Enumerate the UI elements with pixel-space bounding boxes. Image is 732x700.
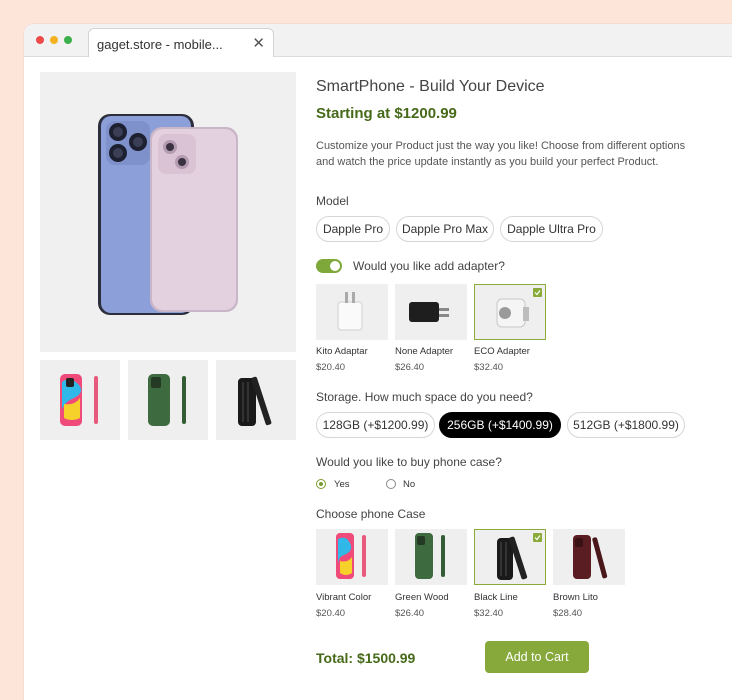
close-window-dot[interactable] <box>36 36 44 44</box>
case-option-vibrant[interactable] <box>316 529 388 585</box>
model-option-dapple-pro[interactable]: Dapple Pro <box>316 216 390 242</box>
case-price: $28.40 <box>553 608 583 619</box>
thumbnail-green-case[interactable] <box>128 360 208 440</box>
case-price: $20.40 <box>316 608 346 619</box>
storage-option-256gb[interactable]: 256GB (+$1400.99) <box>439 412 561 438</box>
main-product-image <box>40 72 296 352</box>
adapter-price: $26.40 <box>395 362 425 373</box>
adapter-option-eco[interactable] <box>474 284 546 340</box>
add-to-cart-button[interactable]: Add to Cart <box>485 641 589 673</box>
storage-option-512gb[interactable]: 512GB (+$1800.99) <box>567 412 685 438</box>
browser-tab[interactable]: gaget.store - mobile... ✕ <box>88 28 274 57</box>
model-option-dapple-pro-max[interactable]: Dapple Pro Max <box>396 216 494 242</box>
case-yes-radio[interactable] <box>316 479 326 489</box>
storage-option-128gb[interactable]: 128GB (+$1200.99) <box>316 412 435 438</box>
case-option-green-wood[interactable] <box>395 529 467 585</box>
adapter-price: $20.40 <box>316 362 346 373</box>
selected-check-icon <box>533 288 542 297</box>
starting-price: Starting at $1200.99 <box>316 105 457 122</box>
case-no-label: No <box>403 479 416 490</box>
case-price: $32.40 <box>474 608 504 619</box>
close-icon[interactable]: ✕ <box>252 34 265 52</box>
adapter-name: Kito Adaptar <box>316 346 368 357</box>
product-title: SmartPhone - Build Your Device <box>316 78 545 95</box>
case-name: Vibrant Color <box>316 592 372 603</box>
case-label: Choose phone Case <box>316 507 426 521</box>
tab-title: gaget.store - mobile... <box>97 37 223 52</box>
adapter-toggle[interactable] <box>316 259 342 273</box>
case-question-label: Would you like to buy phone case? <box>316 455 502 469</box>
maximize-window-dot[interactable] <box>64 36 72 44</box>
thumbnail-black-case[interactable] <box>216 360 296 440</box>
case-name: Green Wood <box>395 592 449 603</box>
storage-label: Storage. How much space do you need? <box>316 390 533 404</box>
total-price: Total: $1500.99 <box>316 650 416 666</box>
adapter-option-none[interactable] <box>395 284 467 340</box>
case-name: Brown Lito <box>553 592 598 603</box>
minimize-window-dot[interactable] <box>50 36 58 44</box>
adapter-name: None Adapter <box>395 346 454 357</box>
adapter-toggle-label: Would you like add adapter? <box>353 259 505 273</box>
product-description: Customize your Product just the way you … <box>316 140 686 168</box>
case-name: Black Line <box>474 592 518 603</box>
case-yes-label: Yes <box>334 479 350 490</box>
case-option-brown-lito[interactable] <box>553 529 625 585</box>
adapter-price: $32.40 <box>474 362 504 373</box>
selected-check-icon <box>533 533 542 542</box>
model-label: Model <box>316 194 349 208</box>
adapter-name: ECO Adapter <box>474 346 530 357</box>
case-no-radio[interactable] <box>386 479 396 489</box>
case-price: $26.40 <box>395 608 425 619</box>
browser-window: gaget.store - mobile... ✕ SmartPhone - B… <box>24 24 732 700</box>
model-option-dapple-ultra-pro[interactable]: Dapple Ultra Pro <box>500 216 603 242</box>
thumbnail-vibrant-case[interactable] <box>40 360 120 440</box>
case-option-black-line[interactable] <box>474 529 546 585</box>
toggle-knob <box>330 261 340 271</box>
browser-titlebar: gaget.store - mobile... ✕ <box>24 24 732 57</box>
adapter-option-kito[interactable] <box>316 284 388 340</box>
